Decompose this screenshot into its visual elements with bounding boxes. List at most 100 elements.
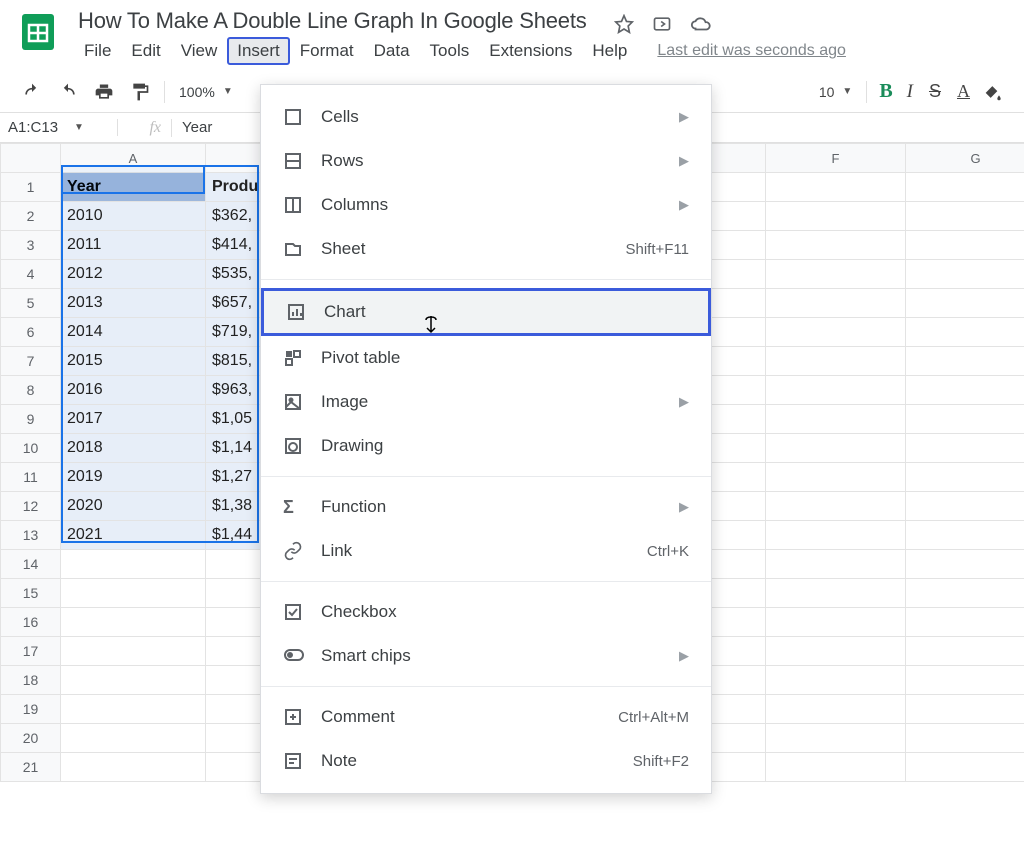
cell[interactable] xyxy=(906,695,1024,724)
menu-item-image[interactable]: Image ▶ xyxy=(261,380,711,424)
star-icon[interactable] xyxy=(614,14,634,34)
cell[interactable]: 2014 xyxy=(61,318,206,347)
select-all-cell[interactable] xyxy=(1,144,61,173)
menu-item-rows[interactable]: Rows ▶ xyxy=(261,139,711,183)
cell[interactable] xyxy=(61,666,206,695)
cell[interactable] xyxy=(906,608,1024,637)
cell[interactable] xyxy=(61,753,206,782)
cell[interactable] xyxy=(906,405,1024,434)
cell[interactable] xyxy=(906,347,1024,376)
cell[interactable] xyxy=(906,202,1024,231)
cell[interactable] xyxy=(766,695,906,724)
menu-item-function[interactable]: Σ Function ▶ xyxy=(261,485,711,529)
col-header-f[interactable]: F xyxy=(766,144,906,173)
cell[interactable] xyxy=(766,405,906,434)
row-header[interactable]: 7 xyxy=(1,347,61,376)
strikethrough-button[interactable]: S xyxy=(921,81,949,102)
cell[interactable] xyxy=(61,695,206,724)
cell[interactable] xyxy=(766,637,906,666)
menu-tools[interactable]: Tools xyxy=(420,37,480,65)
doc-title[interactable]: How To Make A Double Line Graph In Googl… xyxy=(74,5,591,36)
sheets-logo[interactable] xyxy=(14,8,62,56)
cell[interactable]: 2018 xyxy=(61,434,206,463)
row-header[interactable]: 11 xyxy=(1,463,61,492)
name-box[interactable]: A1:C13▼ xyxy=(0,119,118,136)
row-header[interactable]: 12 xyxy=(1,492,61,521)
row-header[interactable]: 8 xyxy=(1,376,61,405)
menu-item-comment[interactable]: Comment Ctrl+Alt+M xyxy=(261,695,711,739)
cell[interactable] xyxy=(61,579,206,608)
row-header[interactable]: 4 xyxy=(1,260,61,289)
cell[interactable]: 2010 xyxy=(61,202,206,231)
cell[interactable]: 2021 xyxy=(61,521,206,550)
cell[interactable]: 2019 xyxy=(61,463,206,492)
cell[interactable] xyxy=(61,608,206,637)
redo-button[interactable] xyxy=(50,78,86,106)
menu-item-smartchips[interactable]: Smart chips ▶ xyxy=(261,634,711,678)
row-header[interactable]: 6 xyxy=(1,318,61,347)
row-header[interactable]: 2 xyxy=(1,202,61,231)
cell[interactable] xyxy=(906,463,1024,492)
menu-help[interactable]: Help xyxy=(582,37,637,65)
cell[interactable] xyxy=(61,724,206,753)
row-header[interactable]: 10 xyxy=(1,434,61,463)
row-header[interactable]: 18 xyxy=(1,666,61,695)
cell[interactable] xyxy=(766,231,906,260)
cell[interactable]: 2016 xyxy=(61,376,206,405)
cell[interactable] xyxy=(766,260,906,289)
cell[interactable] xyxy=(61,550,206,579)
menu-item-columns[interactable]: Columns ▶ xyxy=(261,183,711,227)
cell[interactable] xyxy=(61,637,206,666)
row-header[interactable]: 17 xyxy=(1,637,61,666)
menu-view[interactable]: View xyxy=(171,37,228,65)
fill-color-button[interactable] xyxy=(978,82,1010,102)
cell[interactable] xyxy=(906,434,1024,463)
cell[interactable] xyxy=(906,753,1024,782)
menu-insert[interactable]: Insert xyxy=(227,37,290,65)
print-button[interactable] xyxy=(86,78,122,106)
paint-format-button[interactable] xyxy=(122,78,158,106)
text-color-button[interactable]: A xyxy=(949,81,978,102)
menu-item-sheet[interactable]: Sheet Shift+F11 xyxy=(261,227,711,271)
menu-file[interactable]: File xyxy=(74,37,121,65)
cell[interactable] xyxy=(766,521,906,550)
cell[interactable] xyxy=(766,173,906,202)
cell[interactable] xyxy=(766,579,906,608)
cell[interactable] xyxy=(766,318,906,347)
menu-item-chart[interactable]: Chart xyxy=(261,288,711,336)
cell[interactable] xyxy=(766,202,906,231)
bold-button[interactable]: B xyxy=(873,80,898,103)
cell[interactable] xyxy=(906,260,1024,289)
row-header[interactable]: 1 xyxy=(1,173,61,202)
menu-edit[interactable]: Edit xyxy=(121,37,170,65)
cell[interactable] xyxy=(906,318,1024,347)
cell[interactable] xyxy=(906,173,1024,202)
row-header[interactable]: 9 xyxy=(1,405,61,434)
cell[interactable] xyxy=(766,347,906,376)
cell[interactable] xyxy=(906,376,1024,405)
cell[interactable] xyxy=(766,550,906,579)
row-header[interactable]: 14 xyxy=(1,550,61,579)
cell[interactable] xyxy=(766,753,906,782)
cell[interactable] xyxy=(766,376,906,405)
cell[interactable]: 2017 xyxy=(61,405,206,434)
cell[interactable]: Year xyxy=(61,173,206,202)
row-header[interactable]: 3 xyxy=(1,231,61,260)
menu-item-note[interactable]: Note Shift+F2 xyxy=(261,739,711,783)
row-header[interactable]: 19 xyxy=(1,695,61,724)
col-header-a[interactable]: A xyxy=(61,144,206,173)
cell[interactable]: 2015 xyxy=(61,347,206,376)
cell[interactable] xyxy=(906,666,1024,695)
row-header[interactable]: 13 xyxy=(1,521,61,550)
row-header[interactable]: 21 xyxy=(1,753,61,782)
zoom-dropdown[interactable]: 100%▼ xyxy=(171,80,241,104)
undo-button[interactable] xyxy=(14,78,50,106)
cell[interactable] xyxy=(766,289,906,318)
italic-button[interactable]: I xyxy=(899,81,921,103)
cell[interactable]: 2012 xyxy=(61,260,206,289)
cell[interactable]: 2011 xyxy=(61,231,206,260)
cell[interactable]: 2020 xyxy=(61,492,206,521)
menu-format[interactable]: Format xyxy=(290,37,364,65)
menu-item-link[interactable]: Link Ctrl+K xyxy=(261,529,711,573)
menu-data[interactable]: Data xyxy=(364,37,420,65)
